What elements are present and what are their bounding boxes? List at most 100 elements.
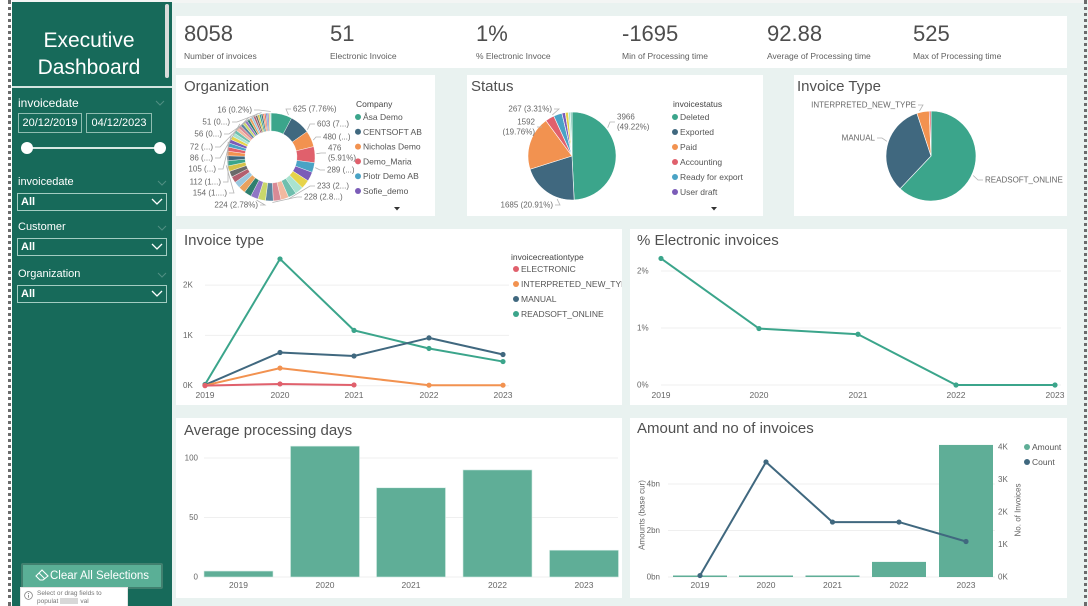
legend-marker[interactable] [355,114,361,120]
date-range-start-handle[interactable] [21,142,33,154]
kpi-label: Min of Processing time [622,51,708,61]
bar[interactable] [376,487,446,578]
kpi-percent-electronic[interactable]: 1% % Electronic Invoce [476,16,622,68]
series-readsoft-online-point[interactable] [277,256,283,262]
count-line[interactable] [699,460,967,577]
kpi-electronic-invoice[interactable]: 51 Electronic Invoice [330,16,476,68]
electronic-percent-point[interactable] [756,325,762,332]
amount-bar[interactable] [939,444,993,577]
legend-marker[interactable] [513,296,519,302]
legend-scroll-down-icon[interactable] [394,207,400,211]
data-label: READSOFT_ONLINE [985,176,1063,185]
chevron-down-icon[interactable] [157,180,167,186]
electronic-percent-point[interactable] [953,382,959,388]
bar[interactable] [549,549,619,578]
tooltip-line2: populat val [37,598,125,606]
end-date-input[interactable] [86,113,152,133]
legend-marker[interactable] [513,311,519,317]
legend-marker[interactable] [355,188,361,194]
electronic-percent-point[interactable] [855,331,861,337]
legend-marker[interactable] [672,114,678,120]
electronic-percent-point[interactable] [1052,382,1058,388]
invoicedate-dropdown[interactable]: All [17,193,167,211]
legend-marker[interactable] [672,174,678,180]
amount-and-count-combo-chart[interactable]: 0bn 2bn 4bn 0K 1K 2K 3K 4K Amounts (base cur) No.… [630,418,1067,598]
pie-slice[interactable] [571,111,617,201]
legend-marker[interactable] [355,128,361,135]
average-processing-days-bar-chart[interactable]: 0 50 100 2019 2020 2021 2022 2023 [176,418,622,598]
bar[interactable] [290,445,360,578]
legend-marker[interactable] [1024,444,1030,450]
legend-item-label: ELECTRONIC [521,264,576,274]
average-processing-days-card: 0 50 100 2019 2020 2021 2022 2023 Average proce… [176,418,622,598]
series-interpreted-new-type-point[interactable] [426,382,432,388]
customer-dropdown[interactable]: All [17,238,167,256]
status-pie-chart[interactable]: 3966(49.22%) 1685 (20.91%) 1592(19.76%) 267… [467,75,763,216]
start-date-input[interactable] [18,113,82,133]
invoice-type-line-chart[interactable]: 0K 1K 2K 2019 2020 2021 2022 2023 invoicecreatio… [176,229,622,405]
legend-marker[interactable] [355,158,361,165]
amount-bar[interactable] [872,561,926,577]
electronic-percent-line[interactable] [660,257,1055,386]
amount-bar[interactable] [739,575,793,578]
count-point[interactable] [829,519,836,525]
count-point[interactable] [697,572,703,579]
legend-marker[interactable] [672,159,678,165]
count-point[interactable] [896,519,902,525]
legend-item-label: Paid [680,142,697,152]
clear-all-selections-button[interactable]: Clear All Selections [21,563,163,589]
count-point[interactable] [763,459,769,465]
series-interpreted-new-type-point[interactable] [500,382,506,388]
organization-dropdown[interactable]: All [17,285,167,303]
series-readsoft-online-point[interactable] [351,327,357,333]
series-manual-point[interactable] [351,353,357,359]
series-electronic-point[interactable] [351,382,357,388]
legend-marker[interactable] [355,143,361,150]
date-range-end-handle[interactable] [154,142,166,154]
x-tick-label: 2021 [402,580,421,590]
legend-marker[interactable] [513,281,519,287]
amount-bar[interactable] [805,575,860,578]
series-readsoft-online-point[interactable] [426,345,432,352]
series-manual-line[interactable] [204,336,504,386]
title-scrollbar[interactable] [165,4,169,78]
electronic-percent-line-chart[interactable]: 0% 1% 2% 2019 2020 2021 2022 2023 [630,229,1067,405]
series-manual-point[interactable] [277,349,283,356]
legend-scroll-down-icon[interactable] [711,207,717,211]
kpi-min-processing-time[interactable]: -1695 Min of Processing time [622,16,768,68]
kpi-max-processing-time[interactable]: 525 Max of Processing time [913,16,1059,68]
bar[interactable] [462,469,533,578]
series-electronic-point[interactable] [202,383,208,389]
kpi-average-processing-time[interactable]: 92.88 Average of Processing time [767,16,913,68]
legend-marker[interactable] [672,189,678,195]
invoice-type-pie-chart[interactable]: READSOFT_ONLINE MANUAL INTERPRETED_NEW_TYP… [794,75,1067,216]
chevron-down-icon[interactable] [155,100,165,106]
series-electronic-point[interactable] [277,381,283,387]
legend-marker[interactable] [355,173,361,180]
slicer-label: Customer [18,221,66,233]
legend-item-label: Amount [1032,442,1062,452]
empty-visual-tooltip: Select or drag fields to populat val [20,587,128,606]
y-tick-label: 2K [183,281,193,290]
series-manual-point[interactable] [500,351,506,358]
data-label-leader-line [972,175,983,181]
series-interpreted-new-type-point[interactable] [277,365,283,371]
pie-slice[interactable] [270,112,272,132]
organization-donut-chart[interactable]: 625 (7.76%) 603 (7...) 480 (...) 476(5.91%)… [176,75,435,216]
kpi-number-of-invoices[interactable]: 8058 Number of invoices [184,16,330,68]
count-point[interactable] [963,538,969,545]
data-label: 228 (2.8...) [304,193,343,202]
bar[interactable] [203,570,274,578]
date-range-slider-track[interactable] [27,147,160,149]
chevron-down-icon[interactable] [157,225,167,231]
legend-marker[interactable] [1024,459,1030,465]
redacted-block [60,598,79,605]
legend-marker[interactable] [513,266,519,272]
electronic-percent-point[interactable] [658,255,664,262]
series-readsoft-online-point[interactable] [500,358,506,365]
chevron-down-icon[interactable] [157,272,167,278]
series-manual-point[interactable] [426,335,432,341]
legend-marker[interactable] [672,129,678,135]
legend-marker[interactable] [672,144,678,150]
tooltip-text: val [80,598,89,605]
